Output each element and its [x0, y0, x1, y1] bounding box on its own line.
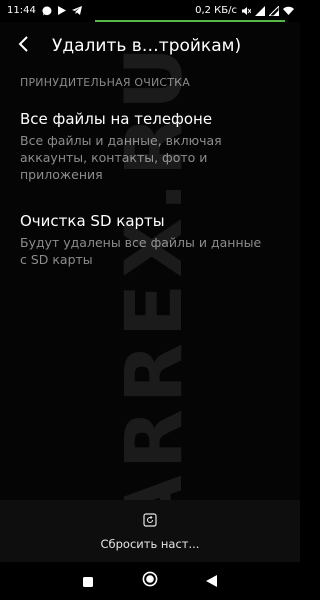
system-nav-bar	[0, 562, 300, 600]
status-time: 11:44	[7, 5, 36, 16]
subtitle-line: Будут удалены все файлы и данные	[20, 235, 262, 250]
reset-settings-label: Сбросить наст...	[100, 537, 200, 551]
play-icon	[57, 6, 66, 15]
wifi-icon	[283, 6, 294, 15]
home-icon	[142, 571, 158, 591]
reset-settings-button[interactable]: Сбросить наст...	[0, 508, 300, 554]
mute-icon	[241, 6, 251, 16]
list-item-title: Все файлы на телефоне	[20, 110, 213, 128]
back-icon	[205, 572, 217, 591]
nav-back-button[interactable]	[198, 568, 224, 594]
signal-icon	[255, 5, 265, 16]
bottom-action-bar: Сбросить наст...	[0, 500, 300, 562]
back-button[interactable]	[8, 30, 40, 62]
screen: 11:44 0,2 КБ/с Удалить в…тройкам) ПРИНУД…	[0, 0, 300, 600]
home-button[interactable]	[137, 568, 163, 594]
telegram-icon	[71, 6, 82, 15]
list-item-all-phone-files[interactable]: Все файлы на телефоне Все файлы и данные…	[0, 109, 300, 183]
recent-apps-icon	[83, 572, 93, 591]
section-header: ПРИНУДИТЕЛЬНАЯ ОЧИСТКА	[20, 76, 190, 89]
subtitle-line: Все файлы и данные, включая	[20, 133, 222, 148]
app-bar: Удалить в…тройкам)	[0, 22, 300, 70]
list-item-sd-card-cleanup[interactable]: Очистка SD карты Будут удалены все файлы…	[0, 211, 300, 268]
reset-icon	[143, 512, 157, 531]
messenger-icon	[42, 5, 52, 16]
status-right: 0,2 КБ/с	[195, 5, 294, 16]
signal-icon	[269, 5, 279, 16]
subtitle-line: с SD карты	[20, 252, 93, 267]
recent-apps-button[interactable]	[75, 568, 101, 594]
list-item-subtitle: Все файлы и данные, включая аккаунты, ко…	[20, 132, 280, 183]
status-bar: 11:44 0,2 КБ/с	[0, 0, 300, 22]
back-arrow-icon	[18, 36, 30, 56]
list-item-title: Очистка SD карты	[20, 212, 165, 230]
network-speed: 0,2 КБ/с	[195, 5, 237, 16]
list-item-subtitle: Будут удалены все файлы и данные с SD ка…	[20, 234, 280, 268]
status-left: 11:44	[7, 5, 82, 16]
page-title: Удалить в…тройкам)	[52, 36, 242, 56]
subtitle-line: аккаунты, контакты, фото и	[20, 150, 208, 165]
subtitle-line: приложения	[20, 167, 103, 182]
